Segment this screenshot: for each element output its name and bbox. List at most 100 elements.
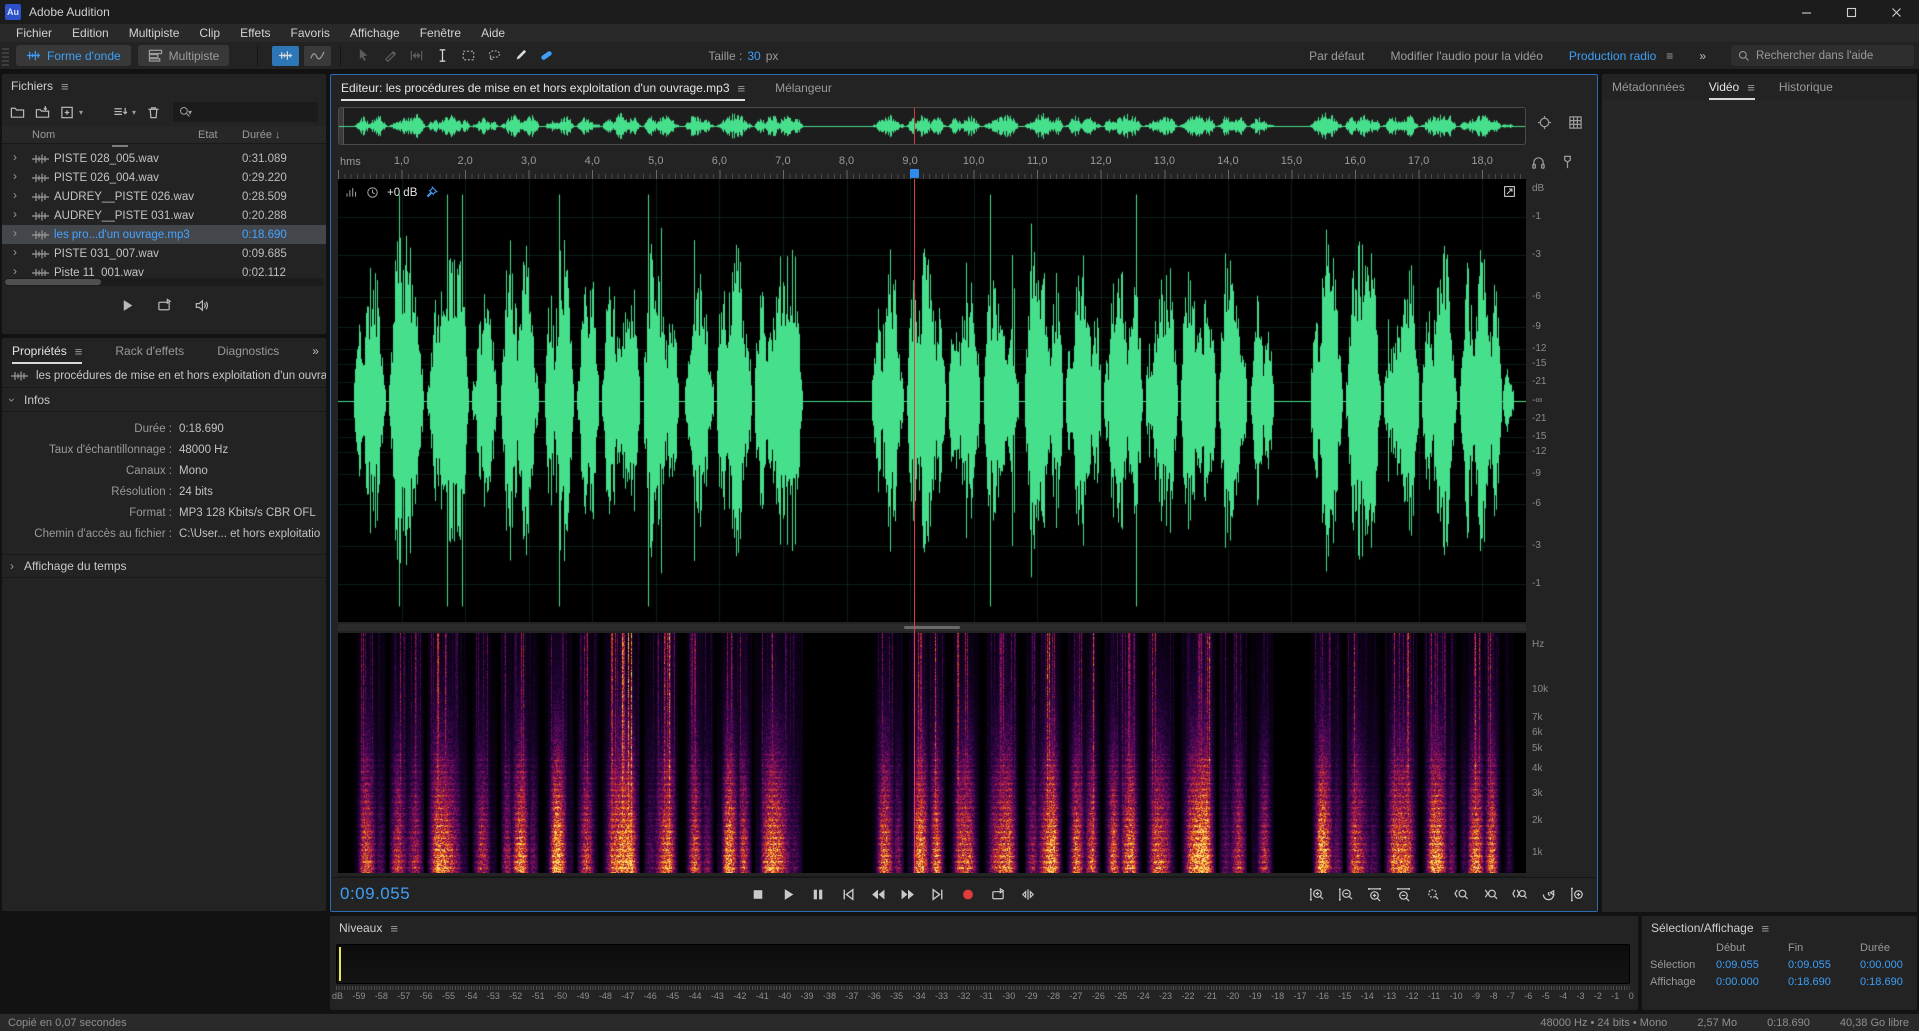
zoom-to-selection-range-button[interactable] bbox=[1508, 882, 1531, 906]
tab-video[interactable]: Vidéo ≡ bbox=[1709, 74, 1755, 100]
ruler-unit-label[interactable]: hms bbox=[340, 156, 361, 168]
navigator-target-icon[interactable] bbox=[1537, 115, 1552, 130]
scrollbar-thumb[interactable] bbox=[5, 279, 101, 285]
spot-healing-brush-button[interactable] bbox=[534, 45, 558, 67]
menu-item[interactable]: Edition bbox=[62, 24, 119, 42]
menu-item[interactable]: Clip bbox=[189, 24, 230, 42]
time-selection-tool-button[interactable] bbox=[430, 45, 454, 67]
expand-chevron-icon[interactable]: › bbox=[13, 150, 17, 164]
level-meter-icon[interactable] bbox=[345, 185, 358, 200]
workspace-edit-video[interactable]: Modifier l'audio pour la vidéo bbox=[1391, 49, 1543, 63]
expand-chevron-icon[interactable]: › bbox=[13, 207, 17, 221]
minimize-button[interactable] bbox=[1784, 0, 1829, 24]
selection-start-value[interactable]: 0:09.055 bbox=[1716, 959, 1788, 971]
toolbar-overflow-icon[interactable]: » bbox=[1699, 49, 1705, 63]
paintbrush-tool-button[interactable] bbox=[508, 45, 532, 67]
amplitude-db-scale[interactable]: dB-1-1-3-3-6-6-9-9-12-12-15-15-21-21-∞ bbox=[1529, 179, 1567, 622]
skip-to-end-button[interactable] bbox=[927, 882, 950, 906]
files-search-caret-icon[interactable]: ▾ bbox=[188, 108, 192, 117]
file-row[interactable]: › PISTE 031_007.wav 0:09.685 bbox=[2, 244, 326, 263]
toolbar-grip[interactable] bbox=[2, 46, 9, 66]
zoom-in-horizontal-button[interactable] bbox=[1363, 882, 1386, 906]
grid-options-icon[interactable] bbox=[1568, 115, 1583, 130]
timeline-ruler[interactable]: hms 1,02,03,04,05,06,07,08,09,010,011,01… bbox=[338, 151, 1526, 179]
view-end-value[interactable]: 0:18.690 bbox=[1788, 976, 1860, 988]
expand-chevron-icon[interactable]: › bbox=[13, 169, 17, 183]
playhead-handle[interactable] bbox=[910, 169, 919, 178]
pause-button[interactable] bbox=[807, 882, 830, 906]
marker-pin-icon[interactable] bbox=[1560, 155, 1575, 170]
trash-icon[interactable] bbox=[146, 105, 161, 120]
workspace-menu-icon[interactable]: ≡ bbox=[1666, 49, 1673, 63]
slip-tool-button[interactable] bbox=[404, 45, 428, 67]
files-search-box[interactable]: ▾ bbox=[173, 102, 318, 122]
view-start-value[interactable]: 0:00.000 bbox=[1716, 976, 1788, 988]
brush-size-value[interactable]: 30 bbox=[747, 49, 760, 63]
column-duration[interactable]: Durée↓ bbox=[242, 129, 280, 141]
spectral-toggle-icon[interactable] bbox=[1503, 184, 1516, 199]
menu-item[interactable]: Affichage bbox=[340, 24, 410, 42]
menu-item[interactable]: Multipiste bbox=[119, 24, 190, 42]
expand-chevron-icon[interactable]: › bbox=[13, 245, 17, 259]
loop-playback-button[interactable] bbox=[987, 882, 1010, 906]
expand-chevron-icon[interactable]: › bbox=[13, 264, 17, 276]
stop-button[interactable] bbox=[747, 882, 770, 906]
expand-chevron-icon[interactable]: › bbox=[13, 188, 17, 202]
view-duration-value[interactable]: 0:18.690 bbox=[1860, 976, 1919, 988]
properties-menu-icon[interactable]: ≡ bbox=[75, 344, 83, 359]
menu-item[interactable]: Aide bbox=[471, 24, 515, 42]
playhead-line[interactable] bbox=[914, 179, 915, 873]
gain-hud-value[interactable]: +0 dB bbox=[387, 187, 417, 199]
zoom-out-vertical-button[interactable] bbox=[1334, 882, 1357, 906]
workspace-default[interactable]: Par défaut bbox=[1309, 49, 1364, 63]
marquee-selection-tool-button[interactable] bbox=[456, 45, 480, 67]
zoom-out-horizontal-button[interactable] bbox=[1392, 882, 1415, 906]
tab-metadata[interactable]: Métadonnées bbox=[1612, 74, 1685, 100]
open-file-icon[interactable] bbox=[10, 105, 25, 120]
current-time-display[interactable]: 0:09.055 bbox=[340, 884, 410, 904]
panel-tabs-overflow-icon[interactable]: » bbox=[312, 344, 318, 358]
section-expanded-icon[interactable]: › bbox=[5, 398, 19, 402]
file-row[interactable]: › AUDREY__PISTE 031.wav 0:20.288 bbox=[2, 206, 326, 225]
file-row[interactable]: › les pro...d'un ouvrage.mp3 0:18.690 bbox=[2, 225, 326, 244]
files-panel-menu-icon[interactable]: ≡ bbox=[61, 79, 69, 94]
help-search-box[interactable] bbox=[1731, 45, 1914, 66]
headphones-icon[interactable] bbox=[1531, 155, 1546, 170]
splitter-handle[interactable] bbox=[904, 626, 960, 629]
waveform-view-button[interactable] bbox=[272, 46, 299, 66]
waveform-mode-button[interactable]: Forme d'onde bbox=[16, 45, 131, 66]
waveform-spectral-splitter[interactable] bbox=[338, 624, 1526, 631]
zoom-to-selection-button[interactable] bbox=[1421, 882, 1444, 906]
files-horizontal-scrollbar[interactable] bbox=[4, 278, 324, 286]
column-state[interactable]: Etat bbox=[198, 129, 218, 141]
zoom-navigator[interactable] bbox=[338, 107, 1526, 145]
skip-to-start-button[interactable] bbox=[837, 882, 860, 906]
file-row[interactable]: › AUDREY__PISTE 026.wav 0:28.509 bbox=[2, 187, 326, 206]
razor-tool-button[interactable] bbox=[378, 45, 402, 67]
menu-item[interactable]: Favoris bbox=[281, 24, 340, 42]
zoom-to-in-point-button[interactable] bbox=[1450, 882, 1473, 906]
move-tool-button[interactable] bbox=[352, 45, 376, 67]
new-file-caret-icon[interactable]: ▾ bbox=[79, 108, 83, 117]
tab-diagnostics[interactable]: Diagnostics bbox=[217, 338, 279, 364]
move-playhead-button[interactable] bbox=[1017, 882, 1040, 906]
tab-effects-rack[interactable]: Rack d'effets bbox=[115, 338, 184, 364]
insert-into-multitrack-icon[interactable] bbox=[113, 105, 128, 120]
file-row[interactable]: › PISTE 026_004.wav 0:29.220 bbox=[2, 168, 326, 187]
menu-item[interactable]: Effets bbox=[230, 24, 280, 42]
pin-hud-icon[interactable] bbox=[425, 185, 438, 200]
column-name[interactable]: Nom bbox=[32, 129, 55, 141]
zoom-in-vertical-button[interactable] bbox=[1305, 882, 1328, 906]
tab-mixer[interactable]: Mélangeur bbox=[775, 75, 832, 101]
expand-chevron-icon[interactable]: › bbox=[13, 226, 17, 240]
time-display-section-header[interactable]: › Affichage du temps bbox=[2, 554, 326, 578]
menu-item[interactable]: Fichier bbox=[6, 24, 62, 42]
video-panel-menu-icon[interactable]: ≡ bbox=[1747, 80, 1755, 95]
waveform-canvas[interactable] bbox=[338, 179, 1526, 622]
spectral-display[interactable] bbox=[338, 633, 1526, 873]
tab-history[interactable]: Historique bbox=[1779, 74, 1833, 100]
help-search-input[interactable] bbox=[1756, 50, 1901, 62]
multitrack-mode-button[interactable]: Multipiste bbox=[138, 45, 230, 66]
tab-editor[interactable]: Editeur: les procédures de mise en et ho… bbox=[341, 75, 745, 101]
lasso-selection-tool-button[interactable] bbox=[482, 45, 506, 67]
